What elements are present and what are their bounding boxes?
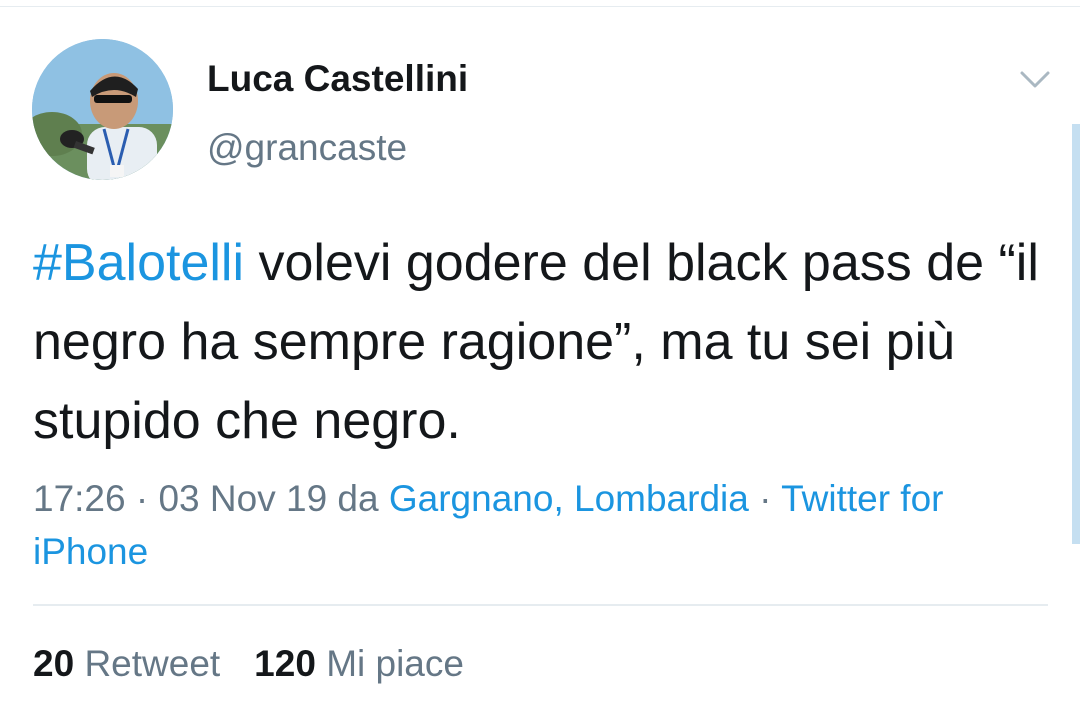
likes-label: Mi piace: [326, 643, 464, 684]
tweet-text: #Balotelli volevi godere del black pass …: [33, 224, 1043, 461]
avatar[interactable]: [32, 39, 173, 180]
tweet-time: 17:26: [33, 478, 126, 519]
tweet-date: 03 Nov 19: [158, 478, 328, 519]
hashtag-link[interactable]: #Balotelli: [33, 234, 244, 292]
tweet-stats: 20 Retweet 120 Mi piace: [33, 643, 464, 685]
scrollbar[interactable]: [1072, 124, 1080, 544]
retweets-stat[interactable]: 20 Retweet: [33, 643, 220, 684]
chevron-down-icon[interactable]: [1018, 64, 1052, 94]
top-divider: [0, 6, 1080, 7]
separator: ·: [125, 478, 159, 519]
location-prefix: da: [327, 478, 389, 519]
location-link[interactable]: Gargnano, Lombardia: [389, 478, 749, 519]
author-name[interactable]: Luca Castellini: [207, 58, 468, 100]
tweet-meta: 17:26 · 03 Nov 19 da Gargnano, Lombardia…: [33, 472, 1043, 578]
separator: ·: [748, 478, 782, 519]
retweets-count: 20: [33, 643, 75, 684]
likes-stat[interactable]: 120 Mi piace: [254, 643, 464, 684]
avatar-photo: [32, 39, 173, 180]
stats-divider: [33, 604, 1048, 606]
likes-count: 120: [254, 643, 316, 684]
tweet-view: Luca Castellini @grancaste #Balotelli vo…: [0, 0, 1080, 717]
retweets-label: Retweet: [84, 643, 221, 684]
author-handle[interactable]: @grancaste: [207, 127, 407, 169]
